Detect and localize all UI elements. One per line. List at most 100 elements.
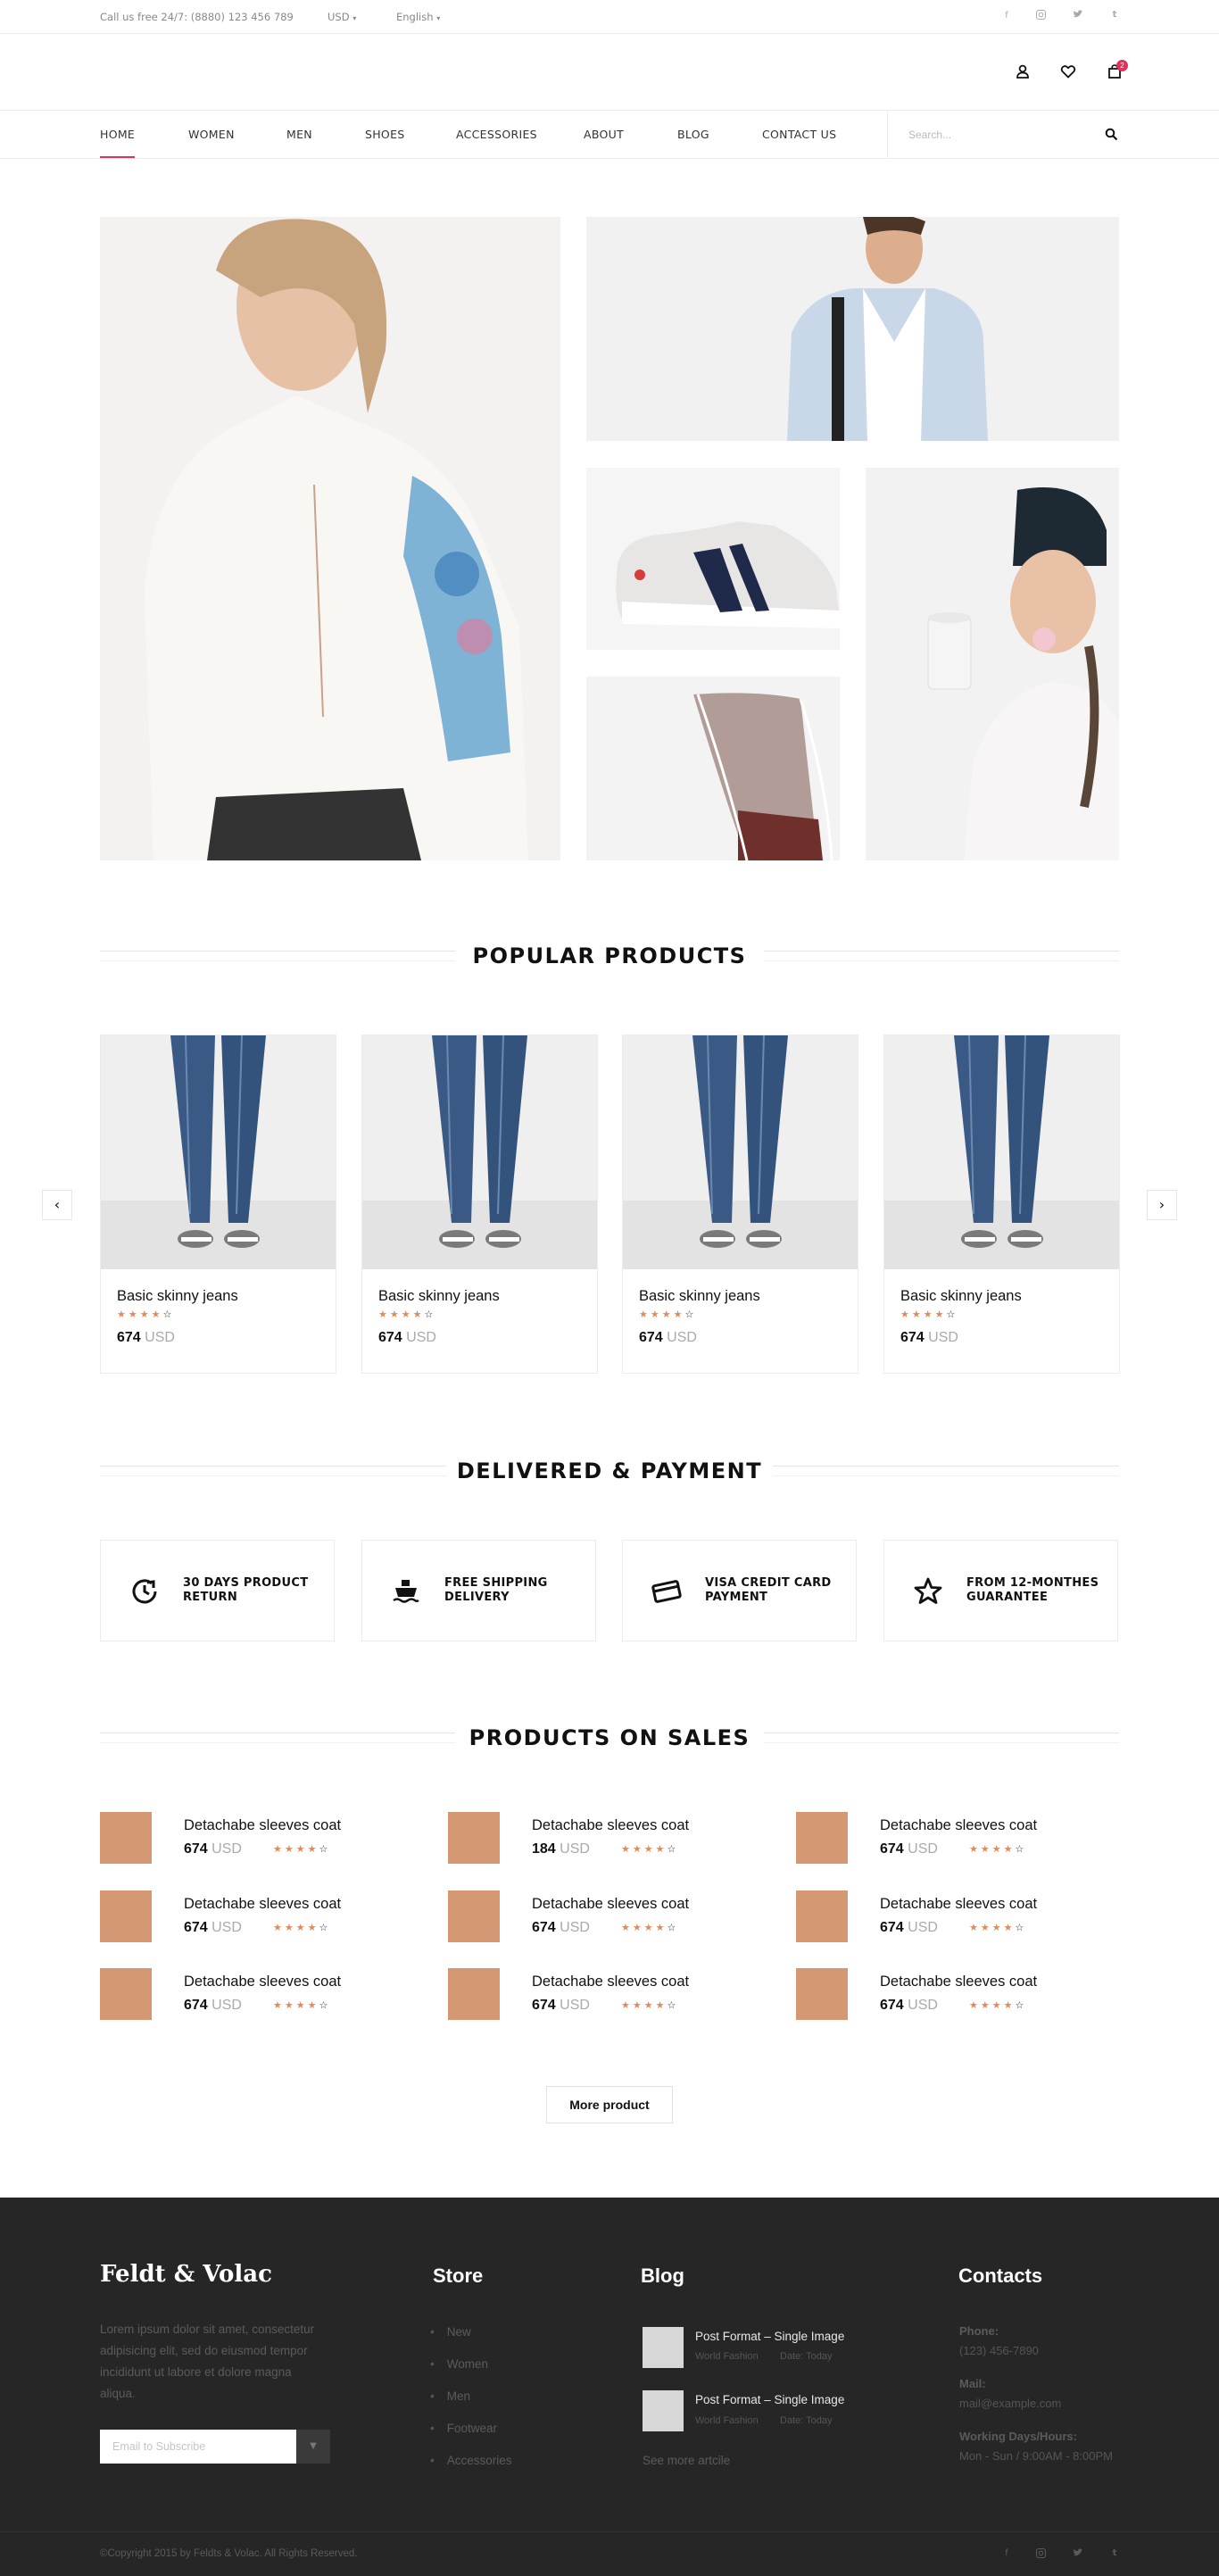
product-image[interactable] xyxy=(884,1035,1119,1269)
hero-image-woman-jacket[interactable] xyxy=(100,217,560,860)
footer-blog-title: Blog xyxy=(641,2264,684,2287)
nav-about[interactable]: ABOUT xyxy=(584,128,624,141)
sale-item[interactable]: Detachabe sleeves coat 674 USD ★★★★☆ xyxy=(100,1812,421,1867)
sale-item[interactable]: Detachabe sleeves coat 674 USD ★★★★☆ xyxy=(796,1812,1117,1867)
footer-store-item-footwear[interactable]: • Footwear xyxy=(430,2422,497,2435)
instagram-icon[interactable] xyxy=(1034,10,1047,22)
sale-item-name[interactable]: Detachabe sleeves coat xyxy=(184,1896,341,1913)
footer-tumblr-icon[interactable]: t xyxy=(1108,2548,1121,2561)
sale-item[interactable]: Detachabe sleeves coat 674 USD ★★★★☆ xyxy=(100,1890,421,1946)
sale-item-name[interactable]: Detachabe sleeves coat xyxy=(532,1817,689,1834)
nav-home[interactable]: HOME xyxy=(100,128,135,141)
hero-image-woman-beanie[interactable] xyxy=(866,468,1119,860)
product-image[interactable] xyxy=(623,1035,858,1269)
sale-item-thumbnail[interactable] xyxy=(448,1812,500,1864)
sale-item-price: 674 USD xyxy=(184,1998,242,2013)
sale-item[interactable]: Detachabe sleeves coat 674 USD ★★★★☆ xyxy=(100,1968,421,2023)
sale-item-thumbnail[interactable] xyxy=(448,1890,500,1942)
hero-image-sneaker[interactable] xyxy=(586,468,840,650)
delivery-item-shipping: FREE SHIPPING DELIVERY xyxy=(361,1540,596,1641)
product-card[interactable]: Basic skinny jeans ★★★★☆ 674 USD xyxy=(361,1035,598,1374)
footer-instagram-icon[interactable] xyxy=(1034,2548,1047,2561)
sale-item-rating: ★★★★☆ xyxy=(273,1843,331,1855)
topbar: Call us free 24/7: (8880) 123 456 789 US… xyxy=(0,0,1219,34)
product-name[interactable]: Basic skinny jeans xyxy=(378,1288,500,1305)
sale-item-name[interactable]: Detachabe sleeves coat xyxy=(532,1896,689,1913)
sale-item[interactable]: Detachabe sleeves coat 674 USD ★★★★☆ xyxy=(796,1890,1117,1946)
subscribe-email-input[interactable] xyxy=(100,2430,296,2464)
sale-item-thumbnail[interactable] xyxy=(448,1968,500,2020)
product-image[interactable] xyxy=(362,1035,597,1269)
footer-store-item-accessories[interactable]: • Accessories xyxy=(430,2454,512,2467)
sale-item-name[interactable]: Detachabe sleeves coat xyxy=(184,1817,341,1834)
footer-store-item-women[interactable]: • Women xyxy=(430,2357,488,2371)
return-icon xyxy=(128,1575,162,1608)
heart-icon[interactable] xyxy=(1060,63,1080,83)
footer-divider xyxy=(0,2531,1219,2532)
blog-post-title[interactable]: Post Format – Single Image xyxy=(695,2330,844,2343)
see-more-articles-link[interactable]: See more artcile xyxy=(643,2454,730,2467)
hero-image-bag[interactable] xyxy=(586,677,840,860)
product-name[interactable]: Basic skinny jeans xyxy=(117,1288,238,1305)
product-card[interactable]: Basic skinny jeans ★★★★☆ 674 USD xyxy=(622,1035,858,1374)
carousel-next-button[interactable]: › xyxy=(1147,1190,1177,1220)
sale-item-price: 674 USD xyxy=(184,1920,242,1935)
footer-twitter-icon[interactable] xyxy=(1072,2548,1084,2561)
sale-item[interactable]: Detachabe sleeves coat 184 USD ★★★★☆ xyxy=(448,1812,769,1867)
subscribe-button[interactable]: ▼ xyxy=(296,2430,330,2464)
sale-item-rating: ★★★★☆ xyxy=(969,1999,1027,2011)
blog-post-thumbnail[interactable] xyxy=(643,2327,684,2368)
sale-item[interactable]: Detachabe sleeves coat 674 USD ★★★★☆ xyxy=(448,1890,769,1946)
blog-post-title[interactable]: Post Format – Single Image xyxy=(695,2393,844,2406)
sale-item[interactable]: Detachabe sleeves coat 674 USD ★★★★☆ xyxy=(796,1968,1117,2023)
nav-contact[interactable]: CONTACT US xyxy=(762,128,836,141)
sale-item-name[interactable]: Detachabe sleeves coat xyxy=(184,1974,341,1990)
sale-item[interactable]: Detachabe sleeves coat 674 USD ★★★★☆ xyxy=(448,1968,769,2023)
footer-facebook-icon[interactable]: f xyxy=(1000,2548,1013,2561)
sale-item-name[interactable]: Detachabe sleeves coat xyxy=(880,1974,1037,1990)
nav-accessories[interactable]: ACCESSORIES xyxy=(456,128,537,141)
product-name[interactable]: Basic skinny jeans xyxy=(639,1288,760,1305)
sale-item-thumbnail[interactable] xyxy=(796,1890,848,1942)
search-input[interactable] xyxy=(908,126,1087,144)
currency-select[interactable]: USD ▾ xyxy=(328,11,356,23)
product-rating: ★★★★☆ xyxy=(639,1309,697,1320)
footer-store-item-men[interactable]: • Men xyxy=(430,2389,470,2403)
sale-item-name[interactable]: Detachabe sleeves coat xyxy=(880,1896,1037,1913)
facebook-icon[interactable]: f xyxy=(1000,10,1013,22)
sale-item-thumbnail[interactable] xyxy=(100,1968,152,2020)
sale-item-name[interactable]: Detachabe sleeves coat xyxy=(532,1974,689,1990)
sale-item-price: 674 USD xyxy=(532,1998,590,2013)
search-icon[interactable] xyxy=(1105,128,1118,145)
sale-item-price: 184 USD xyxy=(532,1841,590,1857)
product-card[interactable]: Basic skinny jeans ★★★★☆ 674 USD xyxy=(100,1035,336,1374)
contact-mail[interactable]: mail@example.com xyxy=(959,2397,1061,2410)
nav-shoes[interactable]: SHOES xyxy=(365,128,405,141)
language-select[interactable]: English ▾ xyxy=(396,11,440,23)
sale-item-name[interactable]: Detachabe sleeves coat xyxy=(880,1817,1037,1834)
user-icon[interactable] xyxy=(1015,63,1034,83)
sale-item-thumbnail[interactable] xyxy=(796,1812,848,1864)
footer-store-item-new[interactable]: • New xyxy=(430,2325,471,2339)
sale-item-thumbnail[interactable] xyxy=(100,1890,152,1942)
product-card[interactable]: Basic skinny jeans ★★★★☆ 674 USD xyxy=(883,1035,1120,1374)
product-rating: ★★★★☆ xyxy=(378,1309,436,1320)
sale-item-thumbnail[interactable] xyxy=(100,1812,152,1864)
product-name[interactable]: Basic skinny jeans xyxy=(900,1288,1022,1305)
nav-men[interactable]: MEN xyxy=(286,128,312,141)
product-rating: ★★★★☆ xyxy=(117,1309,175,1320)
nav-blog[interactable]: BLOG xyxy=(677,128,709,141)
carousel-prev-button[interactable]: ‹ xyxy=(42,1190,72,1220)
twitter-icon[interactable] xyxy=(1072,10,1084,22)
more-product-button[interactable]: More product xyxy=(546,2086,673,2123)
hero-image-man-denim[interactable] xyxy=(586,217,1119,441)
ship-icon xyxy=(389,1575,423,1608)
product-image[interactable] xyxy=(101,1035,336,1269)
sale-item-thumbnail[interactable] xyxy=(796,1968,848,2020)
blog-post-thumbnail[interactable] xyxy=(643,2390,684,2431)
sale-item-rating: ★★★★☆ xyxy=(273,1999,331,2011)
nav-women[interactable]: WOMEN xyxy=(188,128,235,141)
tumblr-icon[interactable]: t xyxy=(1108,9,1121,21)
contact-hours-label: Working Days/Hours: xyxy=(959,2430,1077,2443)
sales-title: PRODUCTS ON SALES xyxy=(469,1725,750,1750)
